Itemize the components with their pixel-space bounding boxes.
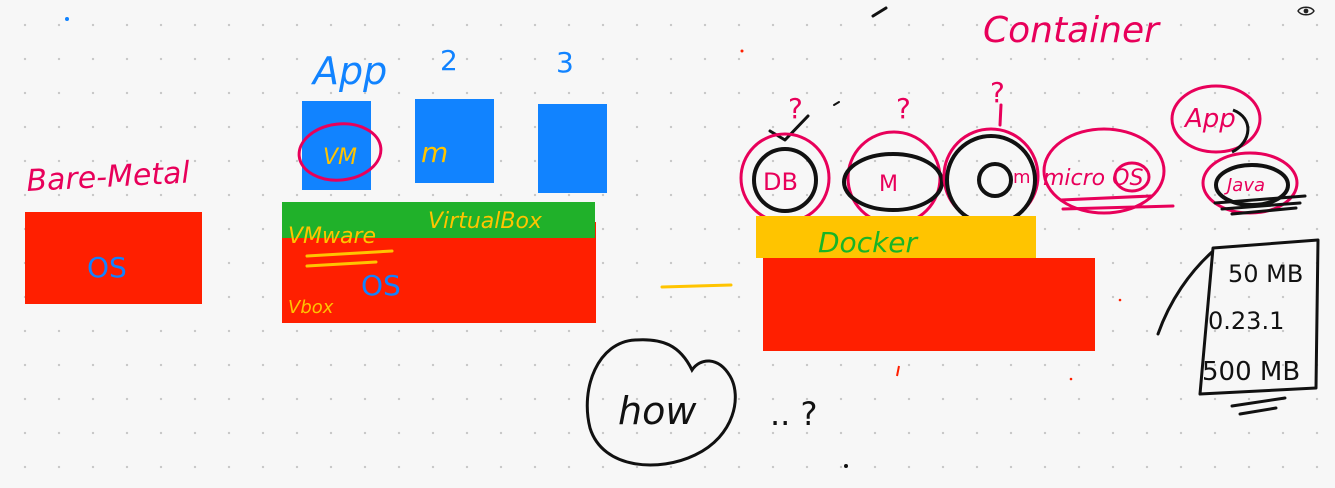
eye-icon [1297, 6, 1315, 16]
vm-2-mark: m [421, 136, 448, 169]
container-question-1: ? [788, 92, 803, 125]
container-app3-inner-circle [977, 162, 1013, 198]
stray-stroke-black-top [871, 6, 888, 18]
micro-os-label: micro OS [1043, 166, 1143, 191]
stray-dot-black [844, 464, 848, 468]
vm-app-label: App [310, 49, 387, 93]
vm-app-block-3 [538, 104, 607, 193]
bare-metal-title: Bare-Metal [26, 155, 192, 199]
container-app2-label: M [879, 172, 898, 197]
vm-os-note: Vbox [288, 297, 334, 318]
vm-hypervisor-vmware: VMware [288, 224, 376, 249]
micro-os-underline-1 [1059, 194, 1153, 202]
docker-label: Docker [818, 226, 919, 259]
whiteboard-canvas: Bare-Metal OS App 2 3 VM m VMware Virtua… [25, 6, 1320, 468]
vm-app-3-label: 3 [556, 46, 574, 79]
size-value-1: 50 MB [1228, 260, 1303, 288]
vm-app-2-label: 2 [440, 44, 458, 77]
container-q3-tail [998, 103, 1003, 127]
stray-dot-red-3 [1069, 377, 1073, 381]
container-title: Container [983, 10, 1161, 51]
vm-label: VM [323, 145, 357, 170]
micro-os-underline-2 [1061, 204, 1175, 211]
bare-metal-os-label: OS [87, 251, 127, 284]
size-value-3: 500 MB [1202, 357, 1300, 387]
stray-stroke-yellow [660, 283, 733, 289]
stray-stroke-red [896, 365, 900, 377]
how-label: how [618, 389, 697, 433]
stray-dot-red-1 [740, 49, 744, 53]
stray-dot-blue [65, 17, 69, 21]
visibility-toggle-button[interactable] [1297, 3, 1315, 17]
container-app-label: App [1183, 104, 1236, 134]
vm-os-label: OS [361, 269, 401, 302]
ellipsis-question: .. ? [770, 395, 818, 433]
container-question-2: ? [896, 92, 911, 125]
stray-stroke-black-mid [833, 101, 840, 106]
size-underline-2 [1238, 406, 1278, 416]
container-java-label: Java [1224, 175, 1265, 196]
vm-hypervisor-virtualbox: VirtualBox [428, 209, 543, 234]
size-underline-1 [1230, 396, 1287, 408]
size-value-2: 0.23.1 [1208, 307, 1284, 335]
container-host-os-block [763, 258, 1095, 351]
container-app3-label: m [1013, 167, 1031, 188]
container-db-label: DB [763, 168, 798, 196]
stray-dot-red-2 [1118, 298, 1122, 302]
container-question-3: ? [990, 76, 1005, 109]
